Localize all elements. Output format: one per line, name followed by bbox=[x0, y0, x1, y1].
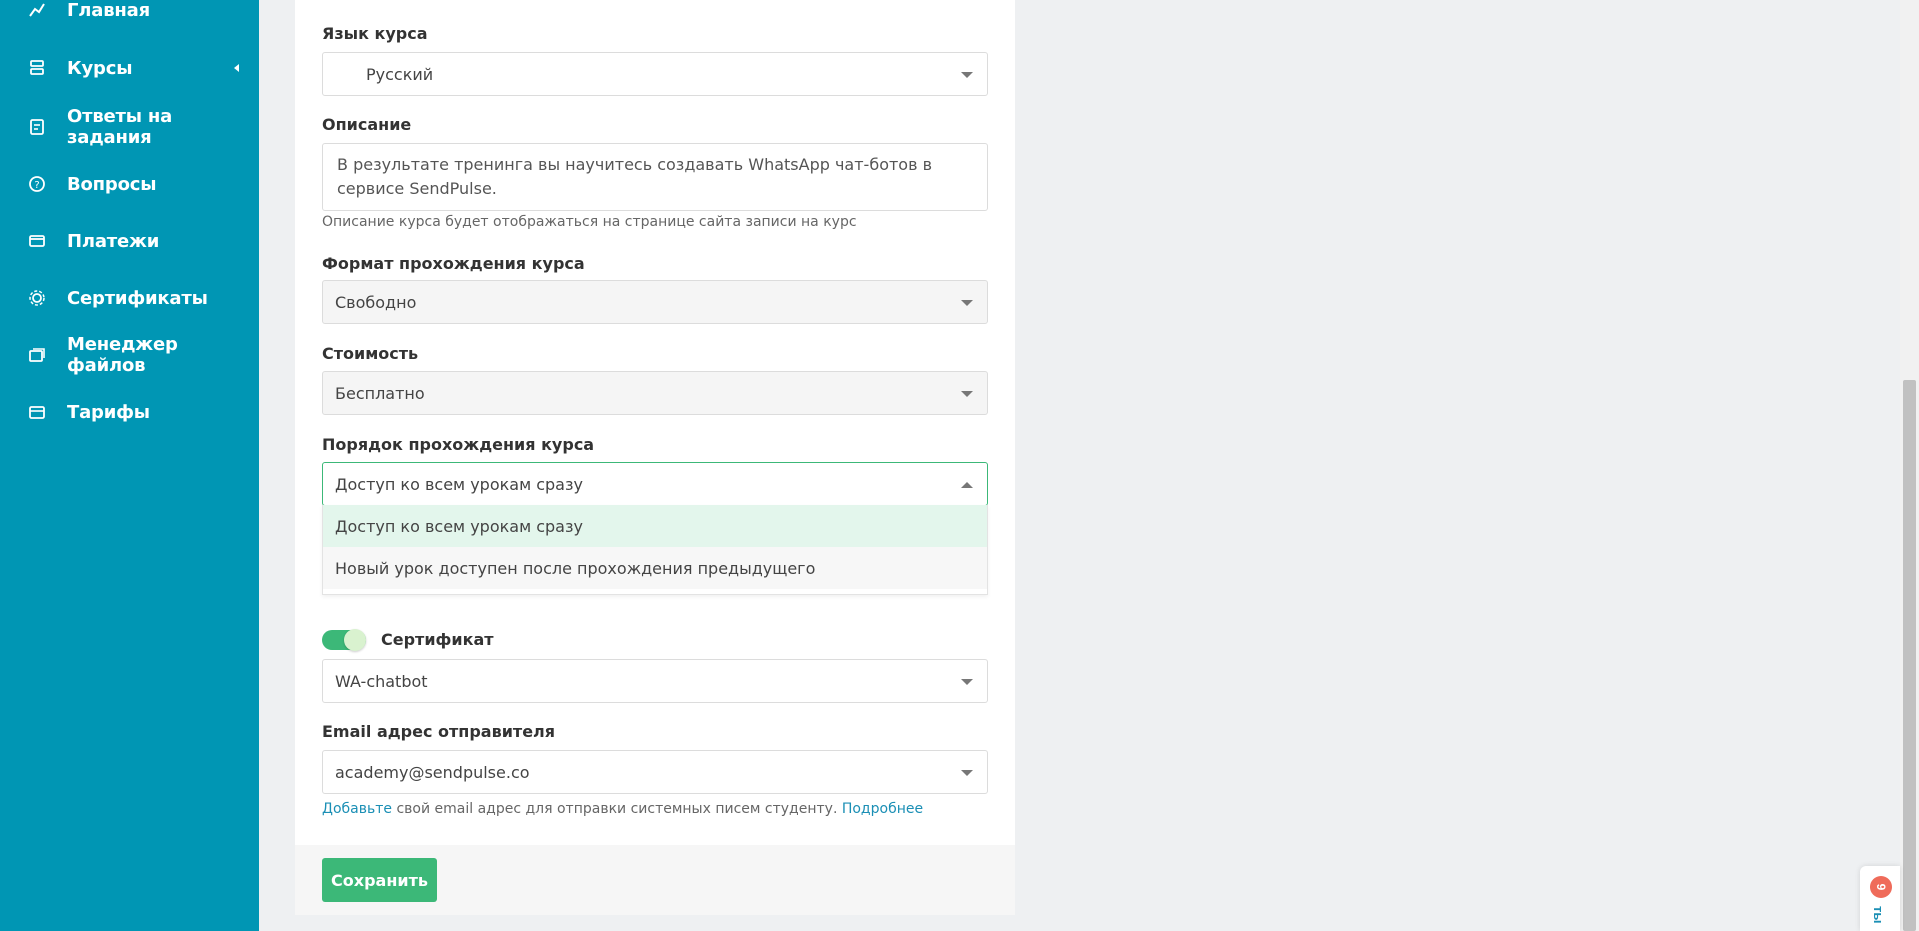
sidebar-item-tariffs[interactable]: Тарифы bbox=[0, 392, 259, 432]
courses-icon bbox=[27, 58, 47, 78]
price-select[interactable]: Бесплатно bbox=[322, 371, 988, 415]
certificate-toggle[interactable] bbox=[322, 629, 366, 651]
chevron-down-icon bbox=[961, 679, 973, 685]
sidebar-item-answers[interactable]: Ответы на задания bbox=[0, 106, 259, 148]
chevron-down-icon bbox=[961, 300, 973, 306]
description-field[interactable]: В результате тренинга вы научитесь созда… bbox=[322, 143, 988, 211]
certificate-value: WA-chatbot bbox=[335, 671, 428, 691]
chevron-left-icon[interactable] bbox=[234, 64, 239, 72]
add-email-link[interactable]: Добавьте bbox=[322, 801, 392, 817]
sidebar-item-label: Главная bbox=[67, 0, 150, 21]
save-button[interactable]: Сохранить bbox=[322, 858, 437, 902]
sidebar-item-label: Курсы bbox=[67, 57, 133, 79]
sender-hint: Добавьте свой email адрес для отправки с… bbox=[322, 801, 923, 817]
sidebar-item-home[interactable]: Главная bbox=[0, 0, 259, 30]
toggle-knob bbox=[344, 629, 366, 651]
files-icon bbox=[27, 345, 47, 365]
format-select[interactable]: Свободно bbox=[322, 280, 988, 324]
certificate-icon bbox=[27, 288, 47, 308]
sidebar-item-label: Сертификаты bbox=[67, 287, 208, 309]
language-select[interactable]: Русский bbox=[322, 52, 988, 96]
tariffs-icon bbox=[27, 402, 47, 422]
description-hint: Описание курса будет отображаться на стр… bbox=[322, 214, 857, 230]
sidebar-item-label: Менеджер файлов bbox=[67, 334, 178, 376]
language-label: Язык курса bbox=[322, 24, 428, 43]
price-value: Бесплатно bbox=[335, 383, 425, 403]
language-value: Русский bbox=[366, 64, 434, 84]
dropdown-option[interactable]: Новый урок доступен после прохождения пр… bbox=[323, 547, 987, 589]
question-icon: ? bbox=[27, 174, 47, 194]
chevron-down-icon bbox=[961, 770, 973, 776]
sidebar-item-payments[interactable]: Платежи bbox=[0, 221, 259, 261]
chevron-down-icon bbox=[961, 72, 973, 78]
dropdown-option[interactable]: Доступ ко всем урокам сразу bbox=[323, 505, 987, 547]
chevron-up-icon bbox=[961, 482, 973, 488]
order-dropdown: Доступ ко всем урокам сразу Новый урок д… bbox=[322, 505, 988, 595]
certificate-label: Сертификат bbox=[381, 630, 494, 649]
page-scrollbar[interactable] bbox=[1900, 0, 1919, 931]
certificate-select[interactable]: WA-chatbot bbox=[322, 659, 988, 703]
order-value: Доступ ко всем урокам сразу bbox=[335, 474, 583, 494]
chat-widget-tab[interactable]: 9 ты bbox=[1860, 866, 1900, 931]
order-select[interactable]: Доступ ко всем урокам сразу bbox=[322, 462, 988, 506]
sender-hint-text: свой email адрес для отправки системных … bbox=[392, 801, 842, 817]
chat-widget-label: ты bbox=[1871, 906, 1886, 924]
notification-badge: 9 bbox=[1870, 876, 1892, 898]
price-label: Стоимость bbox=[322, 344, 419, 363]
sidebar-item-label: Ответы на задания bbox=[67, 106, 173, 148]
more-info-link[interactable]: Подробнее bbox=[842, 801, 923, 817]
sidebar-item-certificates[interactable]: Сертификаты bbox=[0, 278, 259, 318]
sidebar-item-label: Платежи bbox=[67, 230, 160, 252]
chart-line-icon bbox=[27, 0, 47, 20]
sender-value: academy@sendpulse.co bbox=[335, 762, 530, 782]
description-label: Описание bbox=[322, 115, 412, 134]
payments-icon bbox=[27, 231, 47, 251]
svg-text:?: ? bbox=[34, 180, 39, 191]
sidebar-item-label: Вопросы bbox=[67, 173, 157, 195]
sidebar-item-label: Тарифы bbox=[67, 401, 150, 423]
chevron-down-icon bbox=[961, 391, 973, 397]
order-label: Порядок прохождения курса bbox=[322, 435, 595, 454]
sidebar-item-courses[interactable]: Курсы bbox=[0, 48, 259, 88]
sidebar-item-questions[interactable]: ? Вопросы bbox=[0, 164, 259, 204]
sender-select[interactable]: academy@sendpulse.co bbox=[322, 750, 988, 794]
format-label: Формат прохождения курса bbox=[322, 254, 585, 273]
sender-label: Email адрес отправителя bbox=[322, 722, 556, 741]
format-value: Свободно bbox=[335, 292, 417, 312]
sidebar: Главная Курсы Ответы на задания ? Вопрос… bbox=[0, 0, 259, 931]
scrollbar-thumb[interactable] bbox=[1903, 380, 1916, 931]
answers-icon bbox=[27, 117, 47, 137]
sidebar-item-file-manager[interactable]: Менеджер файлов bbox=[0, 334, 259, 376]
